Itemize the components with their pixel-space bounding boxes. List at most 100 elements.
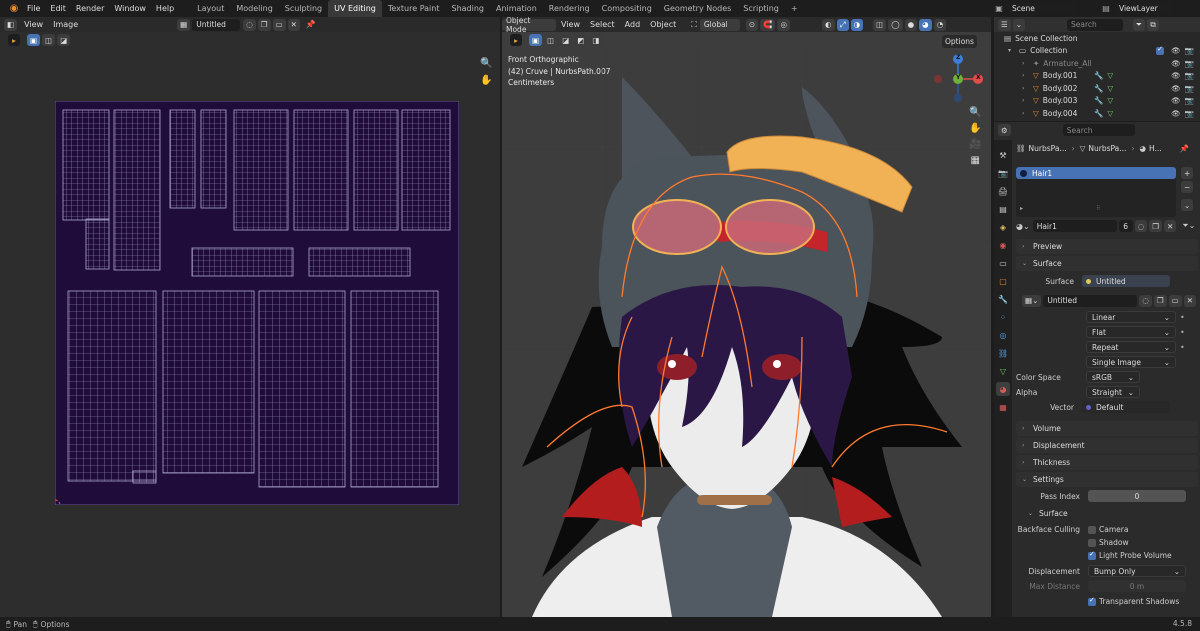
fake-user-icon[interactable]: ◌ — [243, 18, 256, 31]
modifier-tab-icon[interactable]: 🔧 — [996, 292, 1010, 306]
image-unlink-icon[interactable]: ✕ — [1183, 294, 1197, 307]
image-fake-user-icon[interactable]: ◌ — [1139, 294, 1152, 307]
panel-volume[interactable]: › Volume — [1016, 421, 1198, 436]
wireframe-shading-icon[interactable]: ◯ — [888, 18, 903, 31]
vector-socket-field[interactable]: Default — [1082, 401, 1170, 413]
tab-shading[interactable]: Shading — [445, 0, 490, 17]
collection-eye-icon[interactable]: 👁 — [1171, 46, 1181, 55]
tab-scripting[interactable]: Scripting — [737, 0, 785, 17]
shadow-checkbox[interactable] — [1088, 538, 1096, 547]
uv-menu-image[interactable]: Image — [48, 17, 83, 32]
constraints-tab-icon[interactable]: ⛓ — [996, 346, 1010, 360]
source-dropdown[interactable]: Single Image ⌄ — [1086, 356, 1176, 368]
image-browse-button[interactable]: ▦⌄ — [1022, 294, 1042, 307]
tab-animation[interactable]: Animation — [490, 0, 543, 17]
material-users-count[interactable]: 6 — [1118, 220, 1133, 232]
pass-index-field[interactable]: 0 — [1088, 490, 1186, 502]
body-001-eye-icon[interactable]: 👁 — [1171, 71, 1181, 80]
select-tool-icon[interactable]: ▸ — [8, 34, 20, 46]
tab-rendering[interactable]: Rendering — [543, 0, 596, 17]
3d-viewport[interactable]: Object Mode View Select Add Object ⛶ Glo… — [502, 17, 991, 617]
slot-specials-button[interactable]: ⌄ — [1181, 199, 1194, 211]
editor-type-icon[interactable]: ◧ — [4, 18, 18, 31]
duplicate-image-icon[interactable]: ❐ — [257, 18, 271, 31]
outliner-item-body-001[interactable]: › ▽ Body.001 🔧 ▽ 👁 📷 — [994, 70, 1200, 83]
image-browse-icon[interactable]: ▦ — [177, 18, 191, 31]
list-expand-icon[interactable]: ▸ — [1020, 205, 1023, 212]
solid-shading-icon[interactable]: ● — [904, 18, 918, 31]
character-model[interactable] — [502, 47, 991, 617]
displacement-method-dropdown[interactable]: Bump Only ⌄ — [1088, 565, 1186, 577]
select-mode-subtract-icon[interactable]: ◪ — [57, 34, 71, 46]
visibility-icon[interactable]: ◐ — [822, 18, 835, 31]
transform-orientation-dropdown[interactable]: Global — [699, 18, 740, 31]
image-duplicate-icon[interactable]: ❐ — [1153, 294, 1167, 307]
blender-logo-icon[interactable]: ◉ — [6, 3, 22, 14]
material-filter-icon[interactable]: ⏷⌄ — [1182, 221, 1195, 231]
tab-texture-paint[interactable]: Texture Paint — [382, 0, 446, 17]
keyframe-dot-icon[interactable]: • — [1180, 313, 1185, 322]
menu-edit[interactable]: Edit — [45, 0, 71, 17]
object-mode-dropdown[interactable]: Object Mode — [502, 17, 556, 34]
pin-icon[interactable]: 📌 — [306, 20, 316, 29]
uv-canvas[interactable] — [55, 101, 459, 505]
viewport-select-intersect-icon[interactable]: ◨ — [589, 34, 603, 46]
camera-checkbox[interactable] — [1088, 525, 1096, 534]
select-mode-new-icon[interactable]: ▣ — [27, 34, 41, 46]
panel-displacement[interactable]: › Displacement — [1016, 438, 1198, 453]
tab-uv-editing[interactable]: UV Editing — [328, 0, 382, 17]
material-browse-icon[interactable]: ◕⌄ — [1016, 222, 1030, 231]
body-004-eye-icon[interactable]: 👁 — [1171, 109, 1181, 118]
tab-modeling[interactable]: Modeling — [230, 0, 278, 17]
data-tab-icon[interactable]: ▽ — [996, 364, 1010, 378]
alpha-dropdown[interactable]: Straight ⌄ — [1086, 386, 1140, 398]
texture-tab-icon[interactable]: ▦ — [996, 400, 1010, 414]
tab-sculpting[interactable]: Sculpting — [279, 0, 328, 17]
tab-layout[interactable]: Layout — [191, 0, 230, 17]
collection-include-checkbox[interactable] — [1156, 45, 1165, 55]
outliner-item-body-004[interactable]: › ▽ Body.004 🔧 ▽ 👁 📷 — [994, 107, 1200, 120]
tab-compositing[interactable]: Compositing — [596, 0, 658, 17]
properties-editor-type-icon[interactable]: ⚙ — [998, 124, 1011, 136]
viewport-menu-object[interactable]: Object — [645, 17, 681, 32]
max-distance-field[interactable]: 0 m — [1088, 580, 1186, 592]
xray-icon[interactable]: ◫ — [873, 18, 887, 31]
projection-dropdown[interactable]: Flat ⌄ — [1086, 326, 1176, 338]
image-open-icon[interactable]: ▭ — [1168, 294, 1182, 307]
outliner-item-body-003[interactable]: › ▽ Body.003 🔧 ▽ 👁 📷 — [994, 95, 1200, 108]
render-tab-icon[interactable]: 📷 — [996, 166, 1010, 180]
armature-camera-icon[interactable]: 📷 — [1185, 59, 1194, 68]
subpanel-surface[interactable]: ⌄ Surface — [1016, 506, 1198, 521]
material-tab-icon[interactable]: ◕ — [996, 382, 1010, 396]
viewport-menu-view[interactable]: View — [556, 17, 585, 32]
uv-menu-view[interactable]: View — [19, 17, 48, 32]
extension-dropdown[interactable]: Repeat ⌄ — [1086, 341, 1176, 353]
panel-settings[interactable]: ⌄ Settings — [1016, 472, 1198, 487]
select-mode-extend-icon[interactable]: ◫ — [42, 34, 56, 46]
body-002-eye-icon[interactable]: 👁 — [1171, 84, 1181, 93]
collection-row[interactable]: ▾ ▭ Collection 👁 📷 — [994, 45, 1200, 58]
open-image-icon[interactable]: ▭ — [272, 18, 286, 31]
tab-geometry-nodes[interactable]: Geometry Nodes — [658, 0, 737, 17]
transparent-shadows-checkbox[interactable] — [1088, 596, 1096, 606]
surface-shader-field[interactable]: Untitled — [1082, 275, 1170, 287]
material-unlink-icon[interactable]: ✕ — [1163, 220, 1177, 232]
list-resize-handle[interactable]: ⠿ — [1096, 205, 1100, 212]
overlay-toggle-icon[interactable]: ◑ — [850, 18, 864, 31]
add-workspace-button[interactable]: + — [785, 0, 804, 17]
viewport-select-subtract-icon[interactable]: ◪ — [559, 34, 573, 46]
body-003-camera-icon[interactable]: 📷 — [1185, 96, 1194, 105]
zoom-icon[interactable]: 🔍 — [480, 58, 492, 69]
material-shading-icon[interactable]: ◕ — [919, 18, 932, 31]
pan-hand-icon[interactable]: ✋ — [480, 75, 492, 86]
image-name-field[interactable]: Untitled — [192, 18, 241, 31]
armature-eye-icon[interactable]: 👁 — [1171, 59, 1181, 68]
texture-image-field[interactable]: Untitled — [1043, 294, 1138, 307]
outliner-filter-icon[interactable]: ⌄ — [1012, 18, 1026, 31]
pivot-icon[interactable]: ⊙ — [745, 18, 759, 31]
add-slot-button[interactable]: + — [1181, 167, 1194, 179]
material-duplicate-icon[interactable]: ❐ — [1149, 220, 1162, 232]
scene-collection-row[interactable]: ▤ Scene Collection — [994, 32, 1200, 45]
viewlayer-selector[interactable]: ViewLayer — [1115, 2, 1175, 14]
body-002-camera-icon[interactable]: 📷 — [1185, 84, 1194, 93]
